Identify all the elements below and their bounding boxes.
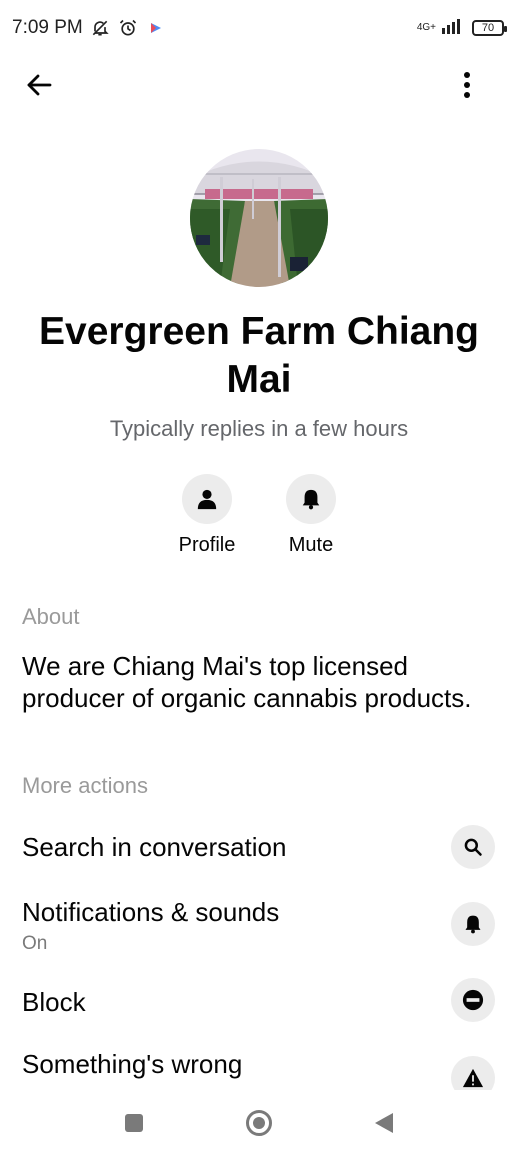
profile-label: Profile bbox=[178, 534, 236, 556]
bell-icon bbox=[302, 489, 320, 510]
play-store-icon bbox=[145, 17, 167, 39]
action-block[interactable]: Block bbox=[0, 978, 518, 1028]
bell-icon bbox=[465, 915, 481, 934]
warning-icon bbox=[462, 1068, 484, 1088]
arrow-left-icon bbox=[27, 74, 52, 96]
reply-status: Typically replies in a few hours bbox=[109, 416, 409, 441]
notifications-button[interactable] bbox=[451, 902, 495, 946]
alarm-icon bbox=[117, 17, 139, 39]
battery-level: 70 bbox=[481, 22, 495, 34]
back-button[interactable] bbox=[20, 66, 58, 104]
header bbox=[0, 56, 518, 112]
more-actions-heading: More actions bbox=[22, 773, 148, 798]
home-icon bbox=[246, 1110, 272, 1136]
mute-label: Mute bbox=[288, 534, 334, 556]
profile-button[interactable] bbox=[182, 474, 232, 524]
action-label: Block bbox=[22, 987, 86, 1017]
action-something-wrong[interactable]: Something's wrong bbox=[0, 1043, 518, 1090]
action-label: Something's wrong bbox=[22, 1049, 243, 1079]
search-icon bbox=[464, 838, 482, 856]
avatar[interactable] bbox=[190, 149, 328, 287]
system-nav-bar bbox=[0, 1090, 518, 1152]
more-vertical-icon bbox=[464, 72, 470, 98]
person-icon bbox=[197, 489, 217, 510]
recent-apps-icon bbox=[125, 1114, 143, 1132]
action-label: Search in conversation bbox=[22, 832, 287, 862]
greenhouse-photo bbox=[190, 149, 328, 287]
report-button[interactable] bbox=[451, 1056, 495, 1090]
nav-back-button[interactable] bbox=[369, 1108, 399, 1138]
page-title: Evergreen Farm Chiang Mai bbox=[39, 310, 479, 401]
about-text: We are Chiang Mai's top licensed produce… bbox=[22, 651, 472, 713]
about-heading: About bbox=[22, 604, 80, 629]
block-button[interactable] bbox=[451, 978, 495, 1022]
bell-off-icon bbox=[89, 17, 111, 39]
status-time: 7:09 PM bbox=[12, 17, 83, 38]
status-left: 7:09 PM bbox=[12, 17, 167, 39]
action-notifications[interactable]: Notifications & sounds On bbox=[0, 890, 518, 960]
back-icon bbox=[375, 1113, 393, 1133]
status-right: 4G+ 70 bbox=[416, 18, 507, 39]
status-bar: 7:09 PM 4G+ 70 bbox=[0, 0, 518, 56]
action-sublabel: On bbox=[22, 933, 48, 954]
network-label: 4G+ bbox=[416, 22, 436, 33]
signal-icon bbox=[442, 18, 466, 39]
profile-action[interactable]: Profile bbox=[162, 474, 252, 557]
action-label: Notifications & sounds bbox=[22, 897, 280, 927]
home-button[interactable] bbox=[244, 1108, 274, 1138]
search-button[interactable] bbox=[451, 825, 495, 869]
block-icon bbox=[462, 989, 484, 1011]
action-search-in-conversation[interactable]: Search in conversation bbox=[0, 825, 518, 885]
mute-action[interactable]: Mute bbox=[266, 474, 356, 557]
recent-apps-button[interactable] bbox=[119, 1108, 149, 1138]
mute-button[interactable] bbox=[286, 474, 336, 524]
battery-icon: 70 bbox=[472, 20, 507, 36]
more-options-button[interactable] bbox=[448, 66, 486, 104]
